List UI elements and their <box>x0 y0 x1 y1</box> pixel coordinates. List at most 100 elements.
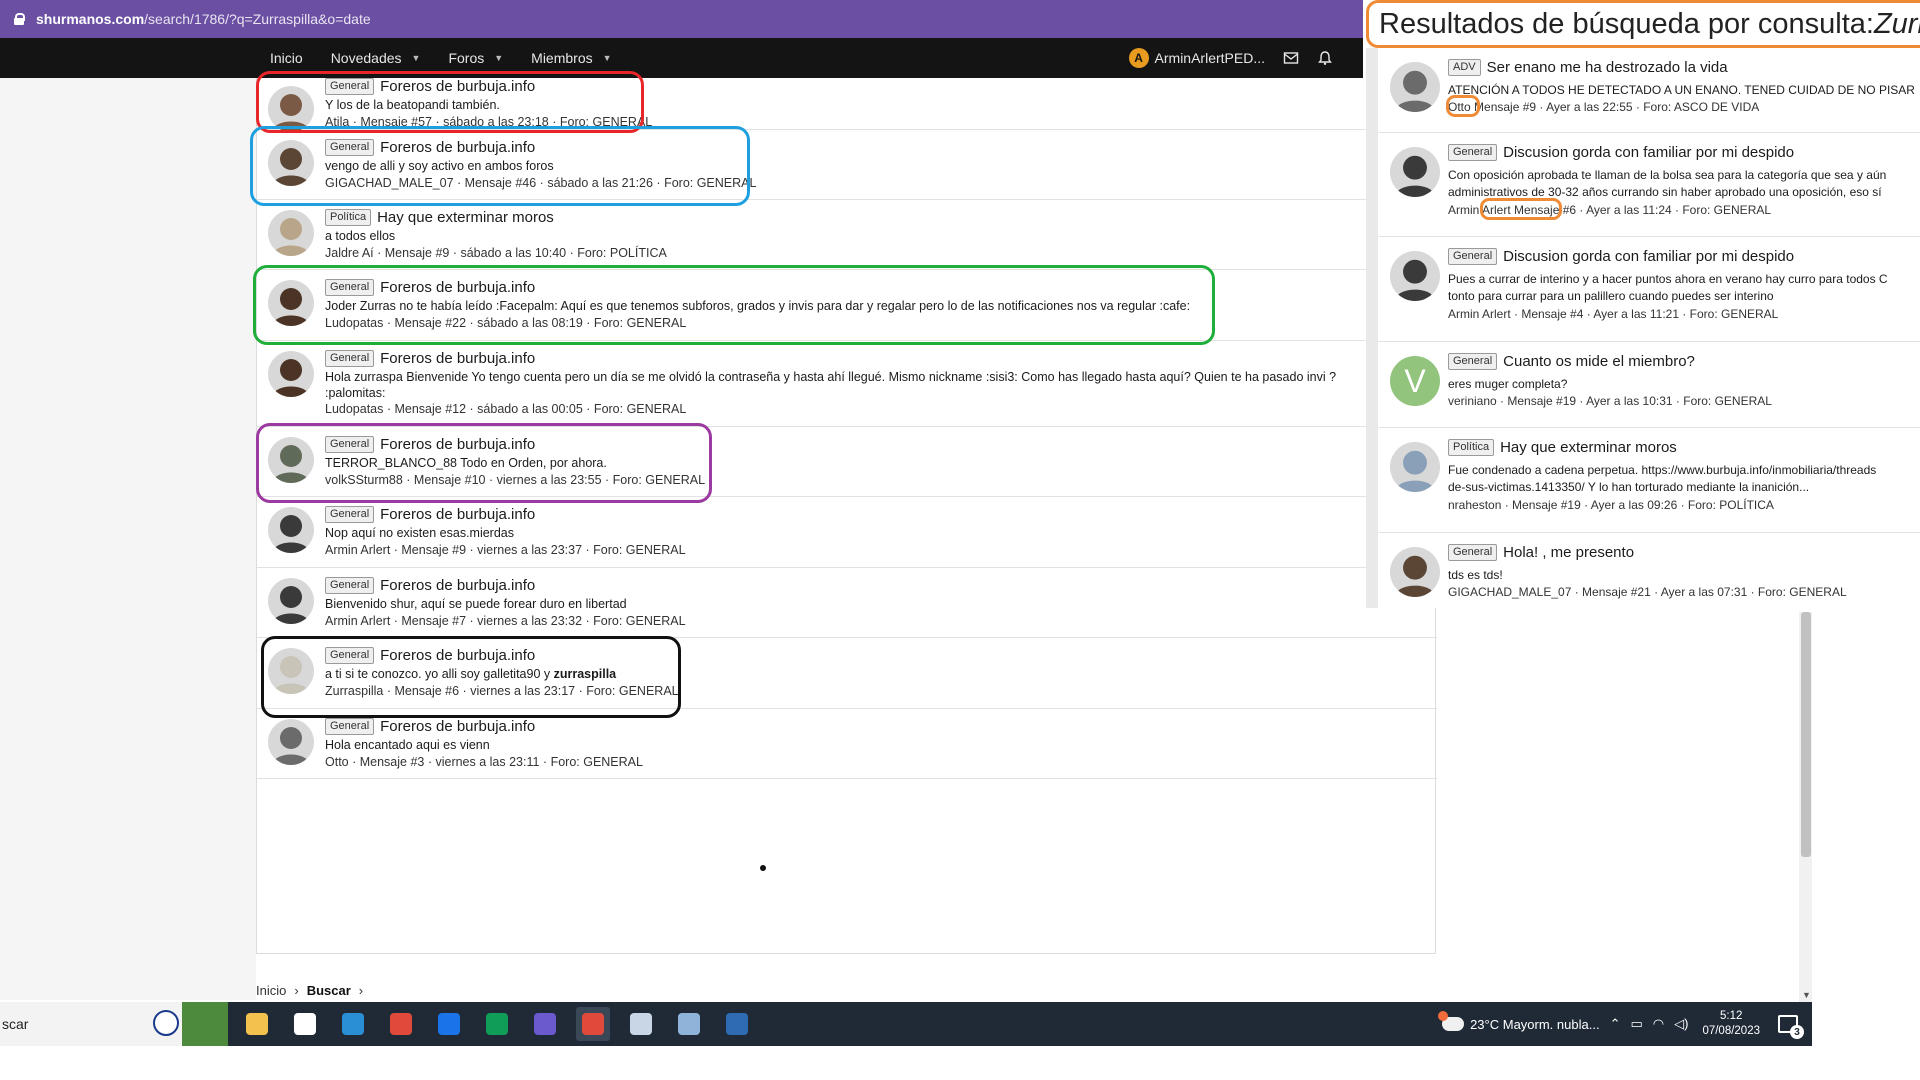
inbox-icon[interactable] <box>1283 50 1299 66</box>
result-row[interactable]: General Foreros de burbuja.info Hola encan… <box>257 709 1437 779</box>
result-title[interactable]: ADV Ser enano me ha destrozado la vida <box>1448 59 1728 76</box>
discord-icon[interactable] <box>576 1007 610 1041</box>
result-title[interactable]: General Discusion gorda con familiar por … <box>1448 144 1794 161</box>
caret-down-icon[interactable]: ▼ <box>494 53 503 63</box>
clock[interactable]: 5:12 07/08/2023 <box>1702 1009 1760 1039</box>
avatar[interactable] <box>268 86 314 132</box>
forum-badge[interactable]: General <box>325 350 375 367</box>
avatar[interactable] <box>268 578 314 624</box>
forum-badge[interactable]: ADV <box>1448 59 1481 76</box>
result-title-text[interactable]: Foreros de burbuja.info <box>380 647 535 664</box>
result-row[interactable]: General Foreros de burbuja.info a ti si te… <box>257 638 1437 709</box>
result-title[interactable]: General Foreros de burbuja.info <box>325 350 535 367</box>
result-title-text[interactable]: Hay que exterminar moros <box>377 209 554 226</box>
result-title-text[interactable]: Cuanto os mide el miembro? <box>1503 353 1695 370</box>
result-title-text[interactable]: Foreros de burbuja.info <box>380 718 535 735</box>
avatar[interactable] <box>1390 147 1440 197</box>
right-panel-row[interactable]: General Hola! , me presento tds es tds! GIG… <box>1378 533 1920 608</box>
breadcrumb-home[interactable]: Inicio <box>256 983 286 998</box>
result-title[interactable]: Política Hay que exterminar moros <box>325 209 554 226</box>
result-title-text[interactable]: Discusion gorda con familiar por mi desp… <box>1503 248 1794 265</box>
result-row[interactable]: General Foreros de burbuja.info Bienvenido… <box>257 568 1437 638</box>
weather-widget[interactable]: 23°C Mayorm. nubla... <box>1438 1011 1600 1032</box>
app-c-icon[interactable] <box>480 1007 514 1041</box>
avatar[interactable] <box>1390 547 1440 597</box>
user-menu[interactable]: A ArminArlertPED... <box>1128 48 1265 68</box>
result-title[interactable]: General Foreros de burbuja.info <box>325 436 535 453</box>
result-title[interactable]: General Foreros de burbuja.info <box>325 139 535 156</box>
forum-badge[interactable]: Política <box>325 209 372 226</box>
forum-badge[interactable]: General <box>1448 248 1498 265</box>
breadcrumb-current[interactable]: Buscar <box>307 983 351 998</box>
result-row[interactable]: Política Hay que exterminar moros a todos … <box>257 200 1437 270</box>
caret-down-icon[interactable]: ▼ <box>412 53 421 63</box>
result-title-text[interactable]: Foreros de burbuja.info <box>380 139 535 156</box>
result-row[interactable]: General Foreros de burbuja.info TERROR_BLA… <box>257 427 1437 497</box>
result-title[interactable]: Política Hay que exterminar moros <box>1448 439 1677 456</box>
right-panel-row[interactable]: Política Hay que exterminar moros Fue cond… <box>1378 428 1920 533</box>
result-row[interactable]: General Foreros de burbuja.info Joder Zurr… <box>257 270 1437 341</box>
nav-item-inicio[interactable]: Inicio <box>256 38 317 78</box>
chevron-up-icon[interactable]: ⌃ <box>1610 1016 1621 1032</box>
result-title-text[interactable]: Foreros de burbuja.info <box>380 350 535 367</box>
result-title[interactable]: General Discusion gorda con familiar por … <box>1448 248 1794 265</box>
result-title-text[interactable]: Discusion gorda con familiar por mi desp… <box>1503 144 1794 161</box>
taskbar-search[interactable]: scar <box>0 1002 228 1046</box>
forum-badge[interactable]: General <box>325 718 375 735</box>
task-view-icon[interactable] <box>240 1007 274 1041</box>
forum-badge[interactable]: General <box>325 577 375 594</box>
avatar[interactable] <box>268 210 314 256</box>
avatar[interactable] <box>268 648 314 694</box>
result-user[interactable]: Otto <box>1448 100 1471 114</box>
forum-badge[interactable]: Política <box>1448 439 1495 456</box>
result-title-text[interactable]: Foreros de burbuja.info <box>380 78 535 95</box>
bell-icon[interactable] <box>1317 50 1333 66</box>
forum-badge[interactable]: General <box>1448 544 1498 561</box>
result-user[interactable]: Armin Arlert <box>1448 203 1511 217</box>
chrome-active-icon[interactable] <box>624 1007 658 1041</box>
avatar[interactable] <box>1390 62 1440 112</box>
avatar[interactable] <box>268 719 314 765</box>
volume-icon[interactable]: ◁) <box>1674 1016 1688 1032</box>
chrome-icon[interactable] <box>432 1007 466 1041</box>
result-row[interactable]: General Foreros de burbuja.info vengo de a… <box>257 130 1437 200</box>
result-title-text[interactable]: Foreros de burbuja.info <box>380 279 535 296</box>
avatar[interactable] <box>268 140 314 186</box>
right-panel-row[interactable]: General Discusion gorda con familiar por … <box>1378 133 1920 237</box>
result-title-text[interactable]: Foreros de burbuja.info <box>380 506 535 523</box>
forum-badge[interactable]: General <box>1448 144 1498 161</box>
result-row[interactable]: General Foreros de burbuja.info Y los de l… <box>257 78 1437 132</box>
scroll-down-arrow-icon[interactable]: ▼ <box>1802 990 1811 1000</box>
forum-badge[interactable]: General <box>325 436 375 453</box>
caret-down-icon[interactable]: ▼ <box>603 53 612 63</box>
forum-badge[interactable]: General <box>1448 353 1498 370</box>
result-row[interactable]: General Foreros de burbuja.info Hola zurra… <box>257 341 1437 427</box>
result-title-text[interactable]: Foreros de burbuja.info <box>380 577 535 594</box>
result-title[interactable]: General Cuanto os mide el miembro? <box>1448 353 1695 370</box>
store-icon[interactable] <box>336 1007 370 1041</box>
right-panel-row[interactable]: ADV Ser enano me ha destrozado la vida ATE… <box>1378 48 1920 133</box>
forum-badge[interactable]: General <box>325 647 375 664</box>
result-title[interactable]: General Foreros de burbuja.info <box>325 279 535 296</box>
right-panel-row[interactable]: V General Cuanto os mide el miembro? eres m… <box>1378 342 1920 428</box>
file-explorer-icon[interactable] <box>288 1007 322 1041</box>
result-title-text[interactable]: Hay que exterminar moros <box>1500 439 1677 456</box>
edge-icon[interactable] <box>528 1007 562 1041</box>
result-title-text[interactable]: Ser enano me ha destrozado la vida <box>1487 59 1728 76</box>
address-bar[interactable]: shurmanos.com /search/1786/?q=Zurraspill… <box>0 0 1363 38</box>
result-title-text[interactable]: Hola! , me presento <box>1503 544 1634 561</box>
result-title[interactable]: General Foreros de burbuja.info <box>325 647 535 664</box>
result-title[interactable]: General Foreros de burbuja.info <box>325 78 535 95</box>
forum-badge[interactable]: General <box>325 506 375 523</box>
avatar[interactable]: V <box>1390 356 1440 406</box>
result-title[interactable]: General Foreros de burbuja.info <box>325 718 535 735</box>
avatar[interactable] <box>268 351 314 397</box>
forum-badge[interactable]: General <box>325 139 375 156</box>
avatar[interactable] <box>1390 442 1440 492</box>
forum-badge[interactable]: General <box>325 279 375 296</box>
avatar[interactable] <box>1390 251 1440 301</box>
app-icon[interactable] <box>672 1007 706 1041</box>
mail-icon[interactable] <box>384 1007 418 1041</box>
right-panel-row[interactable]: General Discusion gorda con familiar por … <box>1378 237 1920 342</box>
device-icon[interactable]: ▭ <box>1630 1016 1642 1032</box>
